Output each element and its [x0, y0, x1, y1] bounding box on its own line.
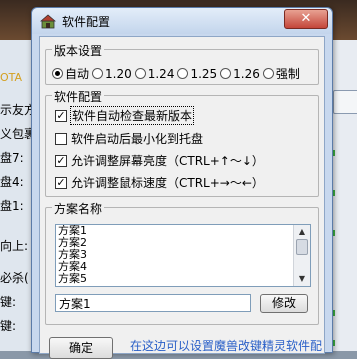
scheme-name-input[interactable]: 方案1: [55, 294, 251, 312]
scroll-up-icon[interactable]: ▲: [296, 226, 308, 238]
version-radio-row: 自动 1.20 1.24 1.25 1.26 强制: [52, 65, 300, 82]
check-minimize-tray[interactable]: 软件启动后最小化到托盘: [55, 130, 203, 147]
background-row: 向上:: [0, 239, 29, 253]
radio-auto[interactable]: 自动: [52, 65, 89, 82]
scheme-list[interactable]: 方案1 方案2 方案3 方案4 方案5 ▲ ▼: [55, 224, 311, 287]
scroll-down-icon[interactable]: ▼: [296, 273, 308, 285]
radio-indicator[interactable]: [92, 68, 104, 79]
radio-label: 1.25: [190, 66, 218, 81]
scheme-group-label: 方案名称: [52, 200, 105, 217]
ok-button[interactable]: 确定: [49, 337, 113, 359]
checkbox-checked[interactable]: ✓: [55, 176, 67, 189]
close-button[interactable]: ✕: [284, 9, 328, 29]
check-mouse-speed[interactable]: ✓ 允许调整鼠标速度（CTRL+→～←）: [55, 174, 264, 191]
software-group-label: 软件配置: [52, 88, 105, 105]
checkbox-label: 允许调整屏幕亮度（CTRL+↑～↓）: [71, 154, 264, 168]
scroll-thumb[interactable]: [296, 239, 308, 255]
checkbox-checked[interactable]: ✓: [55, 154, 67, 167]
checkbox-label: 允许调整鼠标速度（CTRL+→～←）: [71, 176, 264, 190]
check-brightness[interactable]: ✓ 允许调整屏幕亮度（CTRL+↑～↓）: [55, 152, 264, 169]
radio-label: 1.20: [105, 66, 132, 81]
list-item[interactable]: 方案2: [56, 237, 310, 249]
checkbox-label: 软件自动检查最新版本: [69, 106, 195, 125]
radio-indicator[interactable]: [134, 68, 146, 79]
radio-1-25[interactable]: 1.25: [177, 67, 217, 81]
background-row: 盘7:: [0, 151, 24, 165]
radio-indicator[interactable]: [52, 68, 63, 79]
app-icon: [40, 14, 56, 29]
scrollbar[interactable]: ▲ ▼: [293, 225, 310, 286]
check-auto-update[interactable]: ✓ 软件自动检查最新版本: [55, 106, 195, 125]
radio-indicator[interactable]: [220, 68, 232, 79]
background-row: 键:: [0, 295, 17, 309]
background-row: 必杀(: [0, 271, 29, 285]
list-item[interactable]: 方案5: [56, 273, 310, 285]
list-item[interactable]: 方案1: [56, 225, 310, 237]
background-row: 盘1:: [0, 199, 24, 213]
background-button[interactable]: [333, 90, 357, 114]
list-item[interactable]: 方案3: [56, 249, 310, 261]
radio-label: 1.26: [233, 66, 260, 81]
radio-label: 1.24: [147, 66, 175, 81]
radio-label: 强制: [275, 67, 300, 81]
list-item[interactable]: 方案4: [56, 261, 310, 273]
settings-dialog: 软件配置 ✕ 版本设置 自动 1.20 1.24 1.25 1.26 强制 软件…: [31, 7, 333, 359]
window-title: 软件配置: [62, 15, 111, 29]
version-group-label: 版本设置: [52, 42, 105, 59]
radio-label: 自动: [65, 67, 90, 81]
checkbox-unchecked[interactable]: [55, 132, 67, 145]
title-bar[interactable]: 软件配置 ✕: [32, 8, 332, 34]
radio-1-20[interactable]: 1.20: [92, 67, 132, 81]
footer-hint-link[interactable]: 在这边可以设置魔兽改键精灵软件配: [130, 337, 322, 354]
background-row: 键:: [0, 319, 17, 333]
checkbox-label: 软件启动后最小化到托盘: [71, 132, 204, 146]
radio-force[interactable]: 强制: [262, 65, 300, 82]
modify-button[interactable]: 修改: [260, 294, 308, 313]
dialog-body: 版本设置 自动 1.20 1.24 1.25 1.26 强制 软件配置 ✓ 软件…: [39, 36, 325, 359]
checkbox-checked[interactable]: ✓: [55, 109, 67, 122]
radio-indicator[interactable]: [262, 68, 274, 79]
background-row: 盘4:: [0, 175, 24, 189]
scheme-group: 方案名称 方案1 方案2 方案3 方案4 方案5 ▲ ▼ 方案1 修改: [45, 200, 319, 325]
radio-indicator[interactable]: [177, 68, 189, 79]
close-icon: ✕: [300, 11, 312, 26]
radio-1-24[interactable]: 1.24: [134, 66, 175, 81]
version-group: 版本设置 自动 1.20 1.24 1.25 1.26 强制: [45, 42, 319, 85]
radio-1-26[interactable]: 1.26: [220, 67, 260, 81]
software-group: 软件配置 ✓ 软件自动检查最新版本 软件启动后最小化到托盘 ✓ 允许调整屏幕亮度…: [45, 88, 319, 197]
background-tag: OTA: [0, 71, 23, 84]
